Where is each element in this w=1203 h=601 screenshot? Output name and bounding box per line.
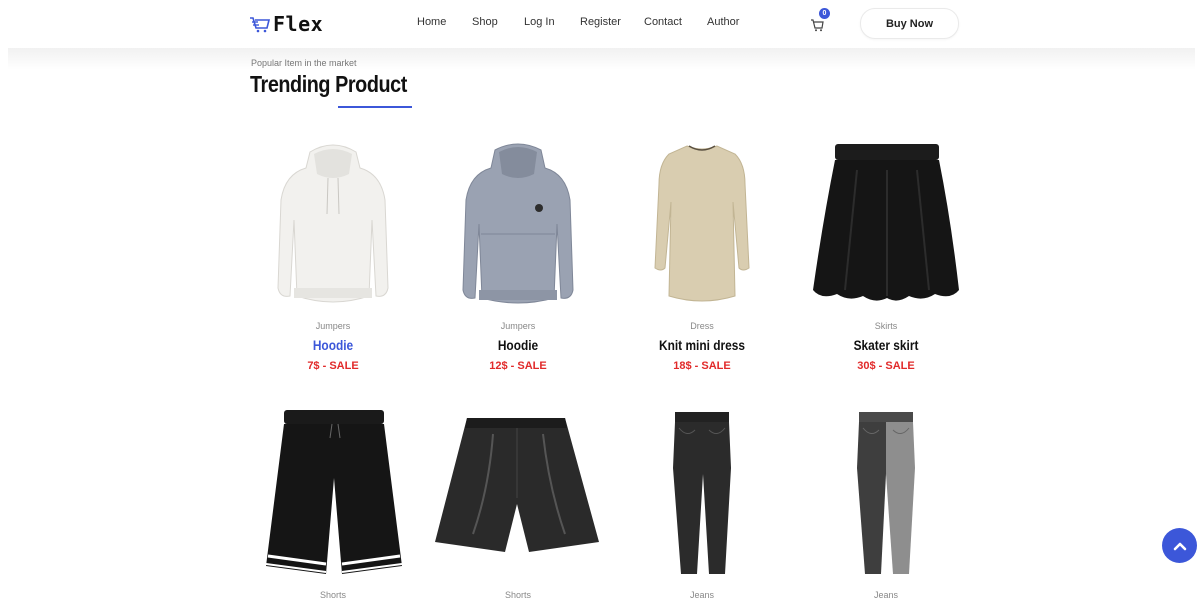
product-price: 7$ - SALE [307, 360, 359, 372]
logo-text: Flex [273, 12, 324, 36]
nav-shop[interactable]: Shop [472, 16, 498, 28]
black-shorts-image [265, 410, 403, 574]
product-price: 30$ - SALE [857, 360, 915, 372]
cart-count-badge: 0 [819, 8, 830, 19]
product-category: Skirts [874, 321, 898, 331]
section-subtitle: Popular Item in the market [251, 58, 357, 68]
nav-contact[interactable]: Contact [644, 16, 682, 28]
knit-dress-image [654, 145, 750, 302]
product-price: 18$ - SALE [673, 360, 731, 372]
leather-shorts-image [435, 418, 599, 552]
product-category: Jumpers [500, 321, 536, 331]
scroll-to-top-button[interactable] [1162, 528, 1197, 563]
chevron-up-icon [1173, 542, 1186, 550]
product-name[interactable]: Skater skirt [814, 337, 959, 353]
product-price: 12$ - SALE [489, 360, 547, 372]
header-shadow [8, 48, 1195, 70]
product-name[interactable]: Knit mini dress [630, 337, 775, 353]
nav-home[interactable]: Home [417, 16, 446, 28]
grey-hoodie-image [462, 143, 574, 304]
site-header: Flex Home Shop Log In Register Contact A… [0, 0, 1203, 48]
black-jeans-image [673, 412, 731, 574]
skater-skirt-image [813, 144, 959, 301]
grey-jeans-image [857, 412, 915, 574]
product-category: Dress [690, 321, 714, 331]
product-category: Jeans [873, 590, 899, 600]
product-category: Jeans [689, 590, 715, 600]
nav-register[interactable]: Register [580, 16, 621, 28]
product-name[interactable]: Hoodie [261, 337, 406, 353]
section-title: Trending Product [250, 71, 407, 97]
cart-logo-icon [250, 17, 271, 33]
logo[interactable]: Flex [249, 12, 323, 36]
product-category: Shorts [504, 590, 531, 600]
nav-author[interactable]: Author [707, 16, 739, 28]
product-category: Jumpers [315, 321, 351, 331]
buy-now-button[interactable]: Buy Now [860, 8, 959, 39]
product-category: Shorts [319, 590, 346, 600]
title-underline [338, 106, 412, 108]
product-name[interactable]: Hoodie [446, 337, 591, 353]
white-hoodie-image [277, 144, 389, 303]
cart-button[interactable]: 0 [808, 8, 834, 34]
nav-login[interactable]: Log In [524, 16, 555, 28]
cart-icon [811, 19, 824, 32]
